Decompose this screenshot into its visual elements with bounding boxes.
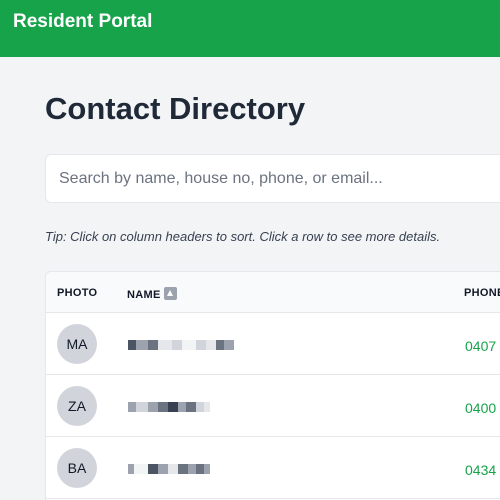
- column-header-photo[interactable]: PHOTO: [57, 287, 97, 300]
- app-title[interactable]: Resident Portal: [13, 11, 152, 33]
- page-title: Contact Directory: [45, 91, 306, 126]
- search-box: [45, 154, 500, 203]
- table-header: PHOTO NAME PHONE: [46, 272, 500, 313]
- column-header-name[interactable]: NAME: [127, 287, 177, 302]
- phone-link[interactable]: 0434: [465, 462, 496, 478]
- table-row[interactable]: BA 0434: [46, 438, 500, 499]
- column-header-name-label: NAME: [127, 289, 161, 301]
- phone-link[interactable]: 0407: [465, 338, 496, 354]
- avatar: BA: [57, 448, 97, 488]
- sort-tip: Tip: Click on column headers to sort. Cl…: [45, 229, 441, 244]
- table-row[interactable]: MA 0407: [46, 314, 500, 375]
- search-input[interactable]: [46, 155, 500, 202]
- column-header-phone[interactable]: PHONE: [464, 287, 500, 300]
- contact-table: PHOTO NAME PHONE MA 0407 ZA: [45, 271, 500, 500]
- avatar: ZA: [57, 386, 97, 426]
- phone-link[interactable]: 0400: [465, 400, 496, 416]
- top-bar: Resident Portal: [0, 0, 500, 57]
- sort-ascending-icon[interactable]: [163, 287, 177, 300]
- avatar: MA: [57, 324, 97, 364]
- table-row[interactable]: ZA 0400: [46, 376, 500, 437]
